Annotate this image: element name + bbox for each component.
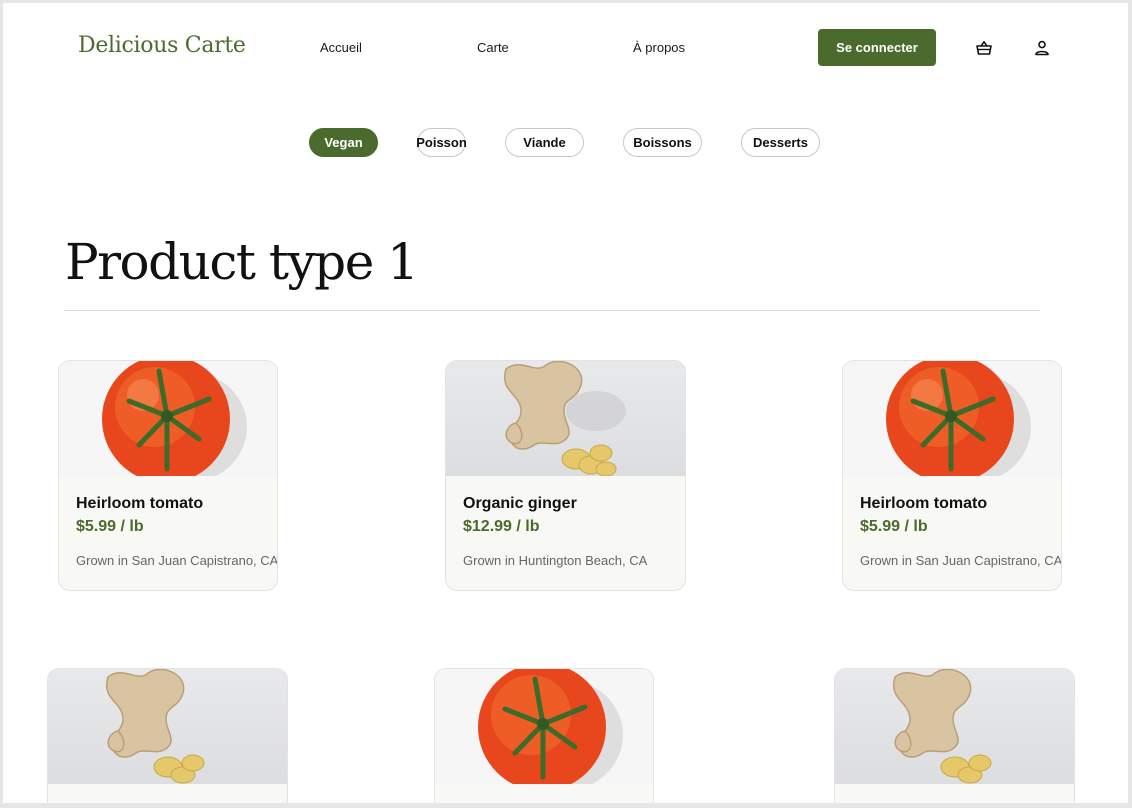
product-card[interactable] bbox=[47, 668, 288, 803]
filter-poisson[interactable]: Poisson bbox=[416, 128, 467, 157]
product-card[interactable] bbox=[434, 668, 654, 803]
nav-a-propos[interactable]: À propos bbox=[633, 40, 685, 55]
page: Delicious Carte Accueil Carte À propos S… bbox=[3, 3, 1128, 803]
product-origin: Grown in San Juan Capistrano, CA bbox=[76, 553, 278, 568]
product-name: Heirloom tomato bbox=[76, 495, 204, 512]
brand-logo[interactable]: Delicious Carte bbox=[78, 33, 246, 58]
basket-icon[interactable] bbox=[973, 37, 995, 59]
tomato-image bbox=[843, 361, 1061, 476]
user-icon[interactable] bbox=[1031, 37, 1053, 59]
filter-viande[interactable]: Viande bbox=[505, 128, 584, 157]
filter-boissons[interactable]: Boissons bbox=[623, 128, 702, 157]
section-title: Product type 1 bbox=[65, 233, 419, 291]
filter-desserts[interactable]: Desserts bbox=[741, 128, 820, 157]
product-price: $5.99 / lb bbox=[76, 518, 144, 535]
product-card[interactable]: Heirloom tomato $5.99 / lb Grown in San … bbox=[842, 360, 1062, 591]
product-card[interactable]: Organic ginger $12.99 / lb Grown in Hunt… bbox=[445, 360, 686, 591]
section-divider bbox=[64, 310, 1040, 311]
ginger-image bbox=[835, 669, 1074, 784]
product-price: $12.99 / lb bbox=[463, 518, 540, 535]
product-card[interactable] bbox=[834, 668, 1075, 803]
ginger-image bbox=[48, 669, 287, 784]
login-button[interactable]: Se connecter bbox=[818, 29, 936, 66]
filter-vegan[interactable]: Vegan bbox=[309, 128, 378, 157]
ginger-image bbox=[446, 361, 685, 476]
tomato-image bbox=[435, 669, 653, 784]
product-name: Heirloom tomato bbox=[860, 495, 988, 512]
product-name: Organic ginger bbox=[463, 495, 577, 512]
product-card[interactable]: Heirloom tomato $5.99 / lb Grown in San … bbox=[58, 360, 278, 591]
tomato-image bbox=[59, 361, 277, 476]
product-origin: Grown in San Juan Capistrano, CA bbox=[860, 553, 1062, 568]
product-origin: Grown in Huntington Beach, CA bbox=[463, 553, 648, 568]
nav-carte[interactable]: Carte bbox=[477, 40, 509, 55]
nav-accueil[interactable]: Accueil bbox=[320, 40, 362, 55]
product-price: $5.99 / lb bbox=[860, 518, 928, 535]
